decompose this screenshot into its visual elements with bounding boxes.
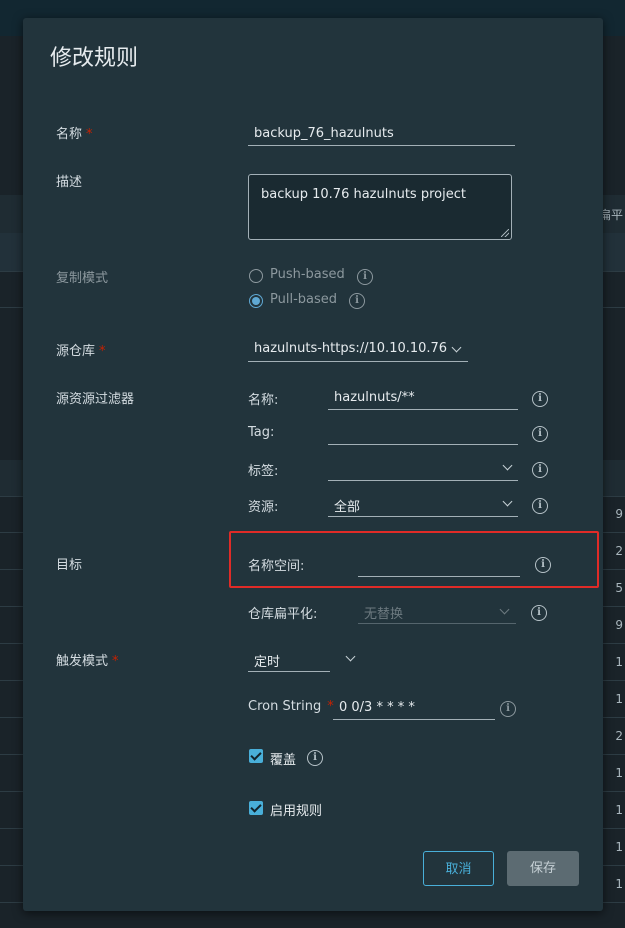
- save-button[interactable]: 保存: [507, 851, 579, 886]
- override-label: 覆盖: [270, 753, 297, 768]
- filter-name-input[interactable]: [328, 386, 518, 410]
- override-checkbox[interactable]: [249, 749, 263, 763]
- flatten-info-icon[interactable]: i: [531, 605, 547, 621]
- description-label: 描述: [56, 175, 83, 190]
- resize-handle-icon[interactable]: [501, 229, 509, 237]
- pull-based-info-icon[interactable]: i: [349, 293, 365, 309]
- filter-resource-value: 全部: [334, 500, 361, 515]
- source-registry-value: hazulnuts-https://10.10.10.76: [254, 341, 448, 356]
- chevron-down-icon: [451, 342, 462, 353]
- chevron-down-icon: [502, 496, 513, 507]
- enable-rule-label: 启用规则: [270, 804, 323, 819]
- filter-tag-input[interactable]: [328, 421, 518, 445]
- cancel-button[interactable]: 取消: [423, 851, 494, 886]
- filter-labels-info-icon[interactable]: i: [532, 462, 548, 478]
- namespace-label: 名称空间:: [248, 559, 305, 574]
- push-based-radio[interactable]: [249, 269, 263, 283]
- push-based-label: Push-based: [270, 267, 345, 282]
- source-filter-label: 源资源过滤器: [56, 392, 135, 407]
- replication-mode-label: 复制模式: [56, 271, 109, 286]
- flatten-label: 仓库扁平化:: [248, 607, 318, 622]
- filter-resource-info-icon[interactable]: i: [532, 498, 548, 514]
- push-based-info-icon[interactable]: i: [357, 269, 373, 285]
- source-registry-label: 源仓库 *: [56, 344, 106, 359]
- pull-based-radio[interactable]: [249, 294, 263, 308]
- namespace-info-icon[interactable]: i: [535, 557, 551, 573]
- namespace-input[interactable]: [358, 551, 520, 577]
- filter-name-info-icon[interactable]: i: [532, 391, 548, 407]
- trigger-mode-value: 定时: [254, 655, 281, 670]
- enable-rule-checkbox[interactable]: [249, 801, 263, 815]
- filter-tag-label: Tag:: [248, 425, 275, 440]
- filter-resource-label: 资源:: [248, 500, 279, 515]
- chevron-down-icon: [502, 460, 513, 471]
- cron-string-input[interactable]: [333, 695, 495, 720]
- override-info-icon[interactable]: i: [307, 750, 323, 766]
- cron-string-label: Cron String *: [248, 699, 334, 714]
- name-input[interactable]: [248, 121, 515, 146]
- name-label: 名称 *: [56, 127, 93, 142]
- destination-label: 目标: [56, 558, 83, 573]
- cron-string-info-icon[interactable]: i: [500, 701, 516, 717]
- flatten-value: 无替换: [364, 607, 404, 622]
- trigger-mode-label: 触发模式 *: [56, 654, 119, 669]
- filter-labels-label: 标签:: [248, 464, 279, 479]
- filter-tag-info-icon[interactable]: i: [532, 426, 548, 442]
- dialog-title: 修改规则: [50, 46, 139, 71]
- chevron-down-icon: [499, 604, 510, 615]
- description-textarea[interactable]: backup 10.76 hazulnuts project: [248, 174, 512, 240]
- pull-based-label: Pull-based: [270, 292, 338, 307]
- filter-name-label: 名称:: [248, 393, 279, 408]
- edit-rule-dialog: 修改规则 名称* 描述 backup 10.76 hazulnuts proje…: [23, 18, 603, 911]
- chevron-down-icon: [345, 651, 356, 662]
